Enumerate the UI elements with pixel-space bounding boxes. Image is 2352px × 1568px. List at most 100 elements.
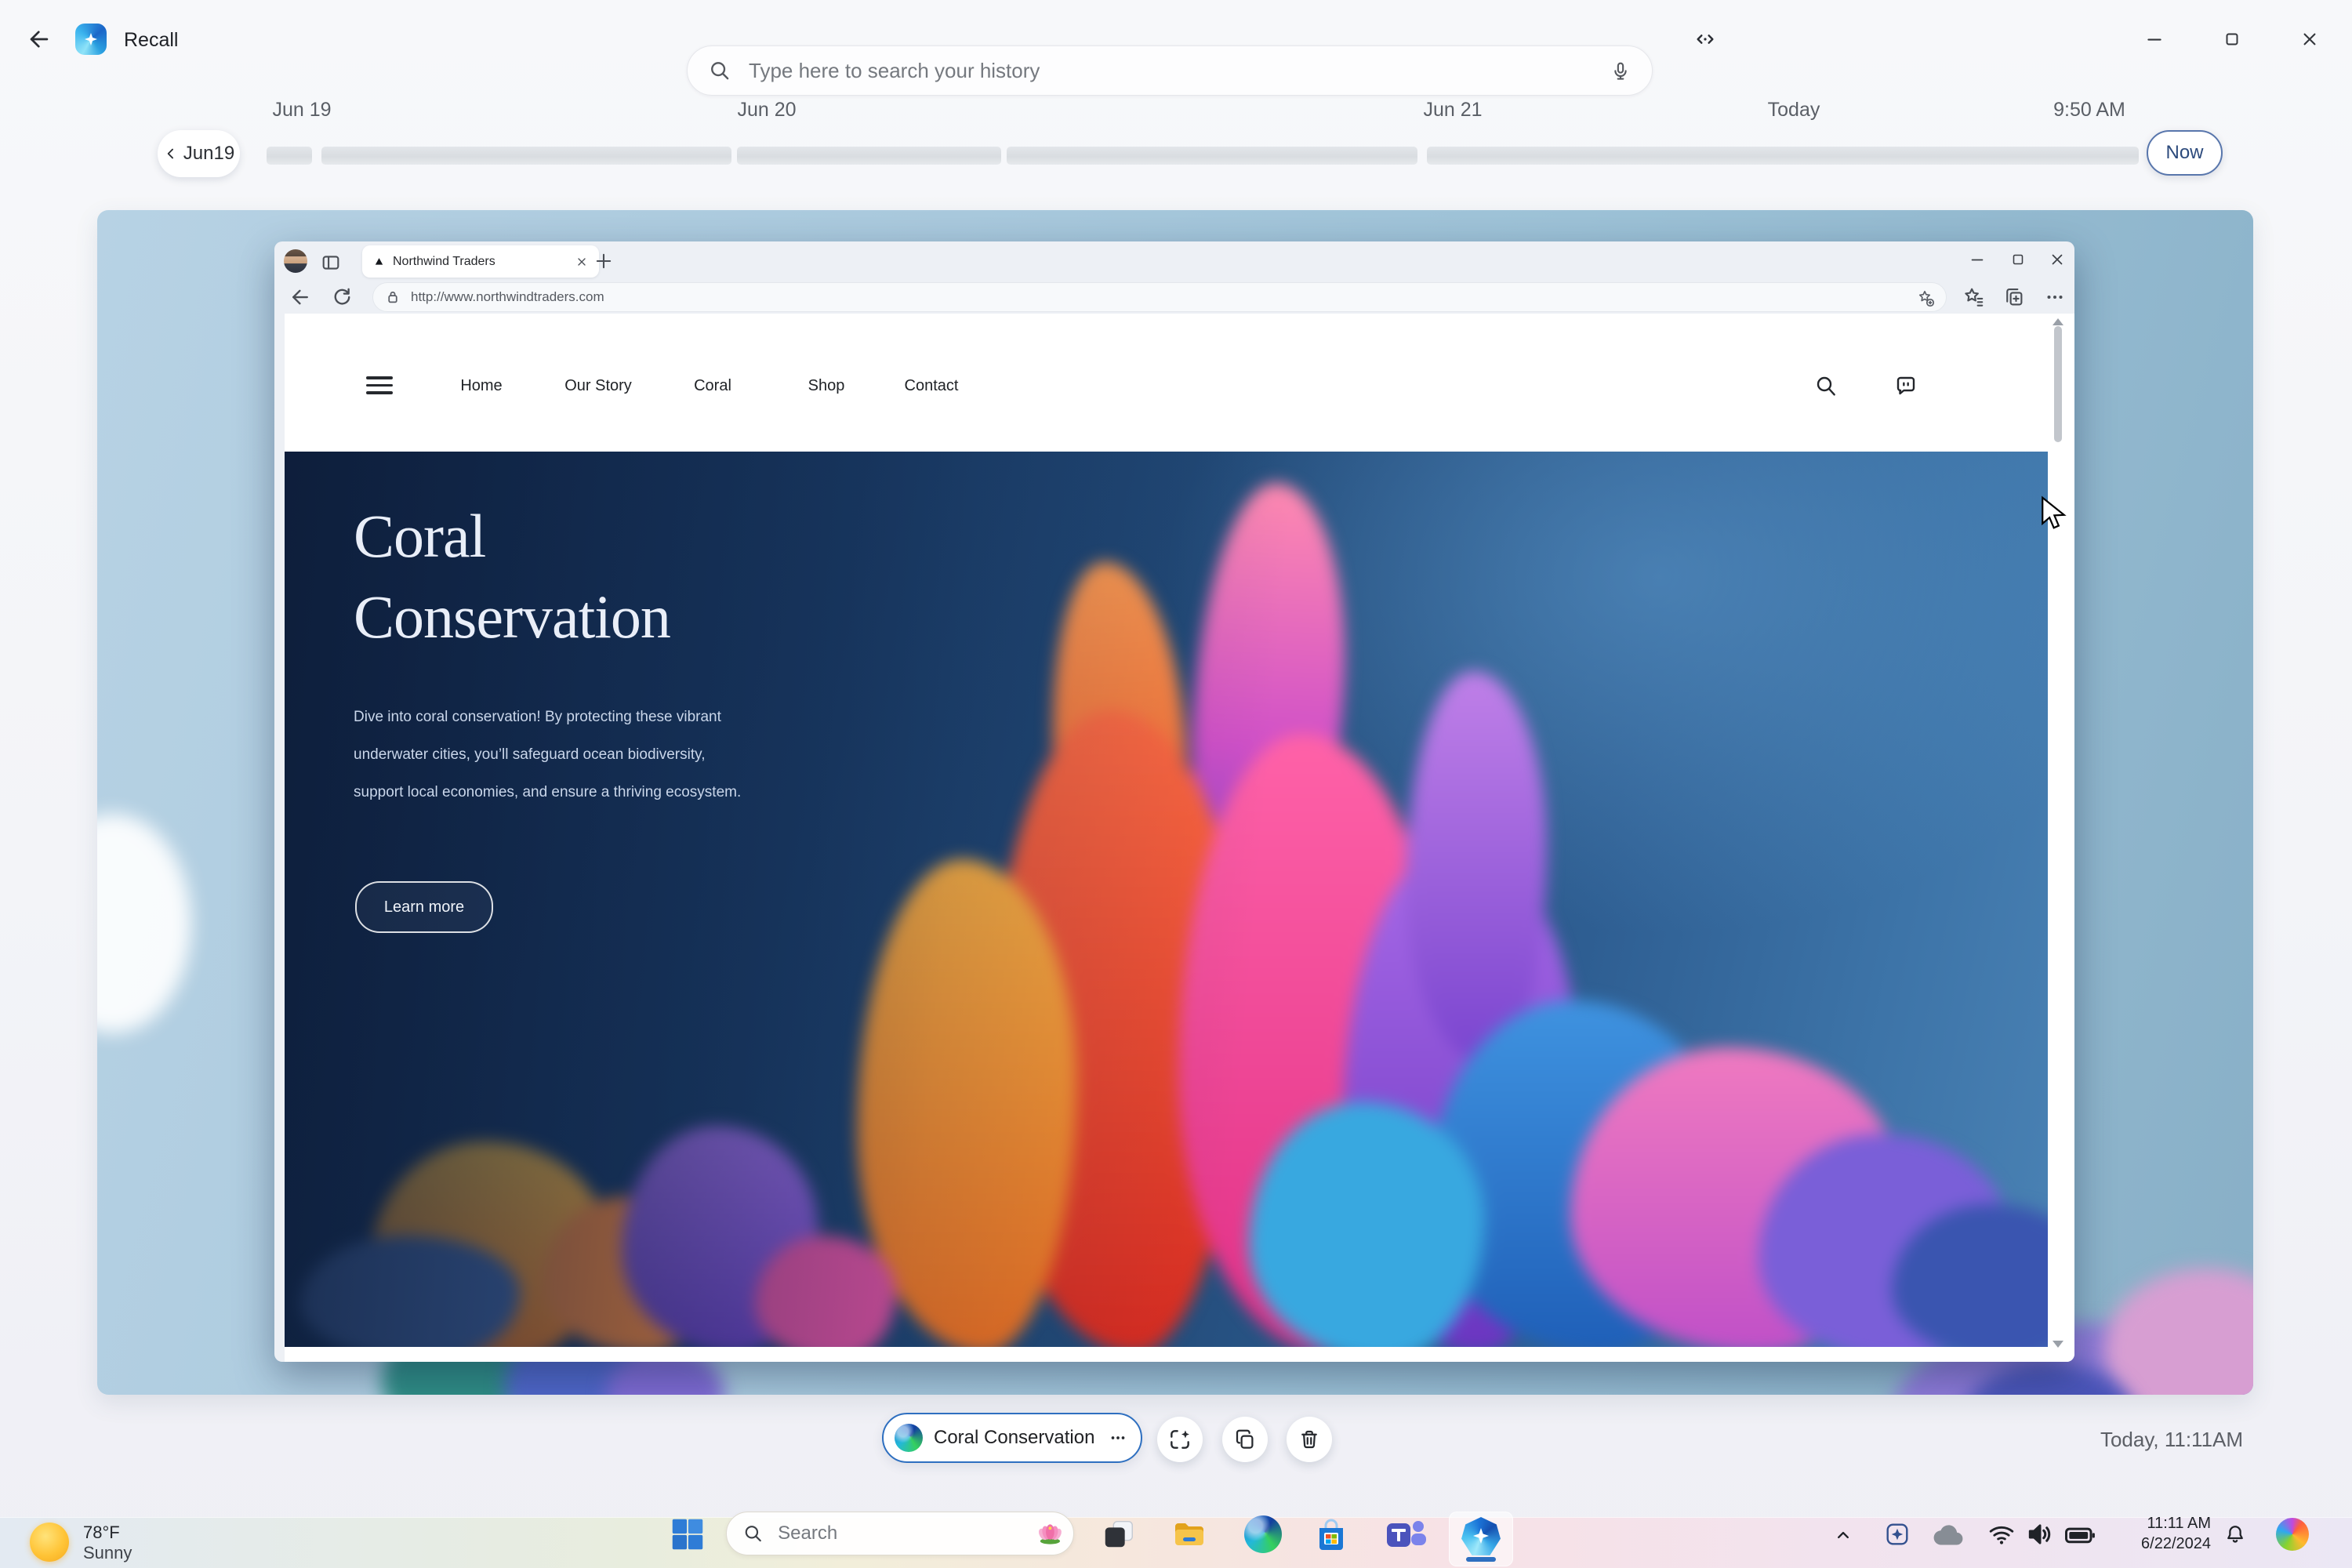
mouse-cursor — [2040, 495, 2067, 530]
browser-tab[interactable]: Northwind Traders — [362, 245, 599, 278]
browser-profile-avatar[interactable] — [284, 249, 307, 273]
timeline-segment[interactable] — [1007, 147, 1417, 165]
top-bar: Recall — [0, 0, 2352, 82]
taskbar-recall-active[interactable] — [1449, 1512, 1513, 1566]
browser-maximize-button[interactable] — [2005, 247, 2031, 272]
edge-icon — [895, 1424, 923, 1452]
tray-notifications[interactable] — [2223, 1523, 2247, 1546]
bell-icon — [2223, 1523, 2247, 1546]
page-title: Recall — [124, 29, 178, 52]
site-search-icon[interactable] — [1813, 373, 1838, 398]
site-favicon — [373, 256, 385, 267]
scroll-down-icon[interactable] — [2053, 1341, 2063, 1348]
back-button[interactable] — [24, 24, 55, 55]
screenray-icon — [1167, 1427, 1192, 1452]
tab-close-icon[interactable] — [575, 256, 588, 268]
clock-time: 11:11 AM — [2105, 1513, 2211, 1534]
taskbar-start-button[interactable] — [666, 1513, 709, 1555]
site-nav-shop[interactable]: Shop — [808, 376, 845, 395]
delete-button[interactable] — [1287, 1417, 1332, 1462]
timeline-segment[interactable] — [267, 147, 312, 165]
teams-icon — [1385, 1514, 1426, 1555]
snapshot-image[interactable]: Northwind Traders — [97, 210, 2253, 1395]
favorites-icon[interactable] — [1962, 285, 1985, 309]
taskbar-store[interactable] — [1310, 1513, 1352, 1555]
more-options-icon[interactable] — [1108, 1428, 1128, 1448]
browser-minimize-button[interactable] — [1965, 247, 1990, 272]
volume-icon — [2025, 1519, 2055, 1549]
scrollbar-thumb[interactable] — [2054, 326, 2062, 442]
arrow-left-icon — [26, 26, 53, 53]
lock-icon — [384, 289, 401, 306]
close-button[interactable] — [2294, 24, 2325, 55]
copy-button[interactable] — [1222, 1417, 1268, 1462]
site-nav-coral[interactable]: Coral — [694, 376, 731, 395]
taskbar-copilot[interactable] — [2276, 1518, 2309, 1551]
source-app-pill[interactable]: Coral Conservation — [882, 1413, 1142, 1463]
taskbar-weather-widget[interactable]: 78°F Sunny — [24, 1518, 227, 1566]
new-tab-button[interactable] — [593, 250, 615, 272]
timeline-segment[interactable] — [321, 147, 731, 165]
browser-close-button[interactable] — [2045, 247, 2070, 272]
taskbar-search-input[interactable] — [776, 1522, 1022, 1545]
search-icon — [742, 1523, 764, 1544]
timeline-date-label: Jun 20 — [737, 99, 796, 122]
browser-back-button[interactable] — [289, 285, 312, 309]
workspaces-icon[interactable] — [320, 252, 342, 274]
browser-refresh-button[interactable] — [330, 285, 354, 309]
webpage: Home Our Story Coral Shop Contact — [285, 314, 2048, 1362]
scroll-code-icon[interactable] — [1690, 24, 1721, 55]
scroll-up-icon[interactable] — [2053, 318, 2063, 325]
chevron-left-icon — [163, 146, 179, 162]
history-search-bar[interactable] — [687, 45, 1653, 96]
taskbar-task-view[interactable] — [1098, 1513, 1140, 1555]
microphone-icon[interactable] — [1610, 60, 1632, 82]
now-button-label: Now — [2165, 142, 2203, 164]
tab-title: Northwind Traders — [393, 255, 568, 269]
sun-icon — [30, 1523, 69, 1562]
screenray-button[interactable] — [1157, 1417, 1203, 1462]
minimize-button[interactable] — [2139, 24, 2170, 55]
tray-wifi[interactable] — [1987, 1520, 2016, 1548]
address-bar[interactable]: http://www.northwindtraders.com — [372, 282, 1947, 312]
timeline-time-label: 9:50 AM — [2053, 99, 2125, 122]
tray-show-hidden-icons[interactable] — [1832, 1524, 1854, 1546]
battery-icon — [2063, 1519, 2096, 1552]
history-search-input[interactable] — [747, 58, 1632, 84]
wifi-icon — [1987, 1520, 2016, 1548]
store-icon — [1312, 1515, 1350, 1553]
tray-volume[interactable] — [2025, 1519, 2055, 1549]
taskbar-search-box[interactable] — [726, 1512, 1074, 1555]
browser-menu-icon[interactable] — [2043, 285, 2067, 309]
studio-effects-icon — [1883, 1520, 1911, 1548]
site-menu-icon[interactable] — [366, 376, 393, 394]
tray-onedrive[interactable] — [1930, 1518, 1966, 1554]
site-nav-our-story[interactable]: Our Story — [564, 376, 632, 395]
lotus-flower-icon — [1035, 1520, 1065, 1547]
tray-clock[interactable]: 11:11 AM 6/22/2024 — [2105, 1513, 2211, 1554]
timeline-date-label: Jun 21 — [1423, 99, 1482, 122]
taskbar-teams[interactable] — [1385, 1513, 1427, 1555]
taskbar-file-explorer[interactable] — [1168, 1513, 1210, 1555]
tray-studio-effects[interactable] — [1883, 1520, 1911, 1548]
page-scrollbar[interactable] — [2048, 314, 2074, 1362]
site-chat-icon[interactable] — [1893, 373, 1918, 398]
timeline-date-label: Jun 19 — [272, 99, 331, 122]
maximize-button[interactable] — [2216, 24, 2248, 55]
learn-more-button[interactable]: Learn more — [355, 881, 493, 933]
site-nav-home[interactable]: Home — [460, 376, 502, 395]
trash-icon — [1298, 1428, 1321, 1451]
timeline-segment[interactable] — [737, 147, 1001, 165]
source-app-label: Coral Conservation — [934, 1427, 1097, 1449]
taskbar-edge[interactable] — [1242, 1513, 1284, 1555]
timeline-segment[interactable] — [1427, 147, 2139, 165]
chevron-up-icon — [1832, 1524, 1854, 1546]
add-favorite-icon[interactable] — [1916, 289, 1935, 307]
now-button[interactable]: Now — [2147, 130, 2223, 176]
file-explorer-icon — [1171, 1515, 1208, 1553]
jump-back-date-button[interactable]: Jun19 — [158, 130, 240, 177]
recall-icon — [1461, 1516, 1501, 1557]
site-nav-contact[interactable]: Contact — [905, 376, 959, 395]
tray-battery[interactable] — [2063, 1519, 2096, 1552]
collections-icon[interactable] — [2002, 285, 2026, 309]
